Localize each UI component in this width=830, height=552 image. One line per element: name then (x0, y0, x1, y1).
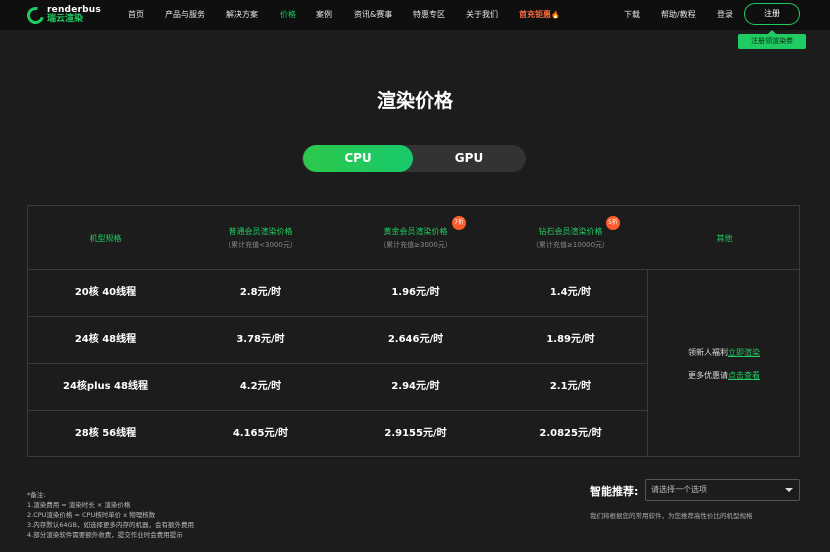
tab-gpu[interactable]: GPU (414, 145, 524, 172)
more-offers: 更多优惠请点击查看 (688, 370, 760, 381)
register-tooltip[interactable]: 注册领渲染券 (738, 30, 806, 49)
smart-recommend-label: 智能推荐: (590, 485, 639, 498)
cell-gold: 1.96元/时 (391, 287, 440, 298)
header-sub: （累计充值<3000元） (224, 241, 297, 249)
nav-item-pricing[interactable]: 价格 (280, 9, 296, 20)
page-title: 渲染价格 (376, 90, 453, 112)
recommend-select[interactable]: 请选择一个选项 (645, 479, 800, 501)
note-line: 3.内存默认64GB，如选择更多内存的机器，会有额外费用 (27, 521, 194, 529)
cell-spec: 24核plus 48线程 (63, 381, 148, 392)
header-label: 黄金会员渲染价格 (383, 227, 448, 236)
cell-normal: 2.8元/时 (239, 287, 282, 298)
newbie-offer-text: 领新人福利 (688, 347, 728, 357)
nav-item-login[interactable]: 登录 (717, 9, 733, 20)
discount-badge: 7折 (452, 216, 466, 230)
other-offers: 领新人福利立即渲染 更多优惠请点击查看 (647, 269, 800, 457)
header-label: 其他 (716, 233, 733, 243)
nav-item-home[interactable]: 首页 (128, 9, 144, 20)
nav-item-cases[interactable]: 案例 (316, 9, 332, 20)
tab-cpu[interactable]: CPU (303, 145, 413, 172)
cell-normal: 4.165元/时 (232, 428, 289, 439)
cell-diamond: 2.1元/时 (549, 381, 592, 392)
nav-item-download[interactable]: 下载 (624, 9, 640, 20)
cell-spec: 20核 40线程 (74, 287, 137, 298)
logo[interactable]: renderbus 瑞云渲染 (23, 3, 101, 27)
recommend-hint: 我们将根据您的常用软件，为您推荐高性价比的机型规格 (590, 512, 753, 520)
cell-normal: 4.2元/时 (239, 381, 282, 392)
cell-normal: 3.78元/时 (236, 334, 285, 345)
view-more-link[interactable]: 点击查看 (728, 371, 760, 380)
more-offers-text: 更多优惠请 (688, 370, 728, 380)
note-line: 2.CPU渲染价格 = CPU核时单价 x 物理核数 (27, 511, 156, 519)
note-line: 1.渲染费用 = 渲染时长 × 渲染价格 (27, 501, 131, 509)
header-other: 其他 (648, 206, 801, 270)
table-row: 24核 48线程 3.78元/时 2.646元/时 1.89元/时 (28, 316, 647, 363)
header-label: 普通会员渲染价格 (228, 227, 293, 236)
nav-item-deals[interactable]: 特惠专区 (413, 9, 445, 20)
note-line: *备注: (27, 491, 46, 499)
header-sub: （累计充值≥3000元） (379, 241, 452, 249)
price-table: 机型规格 普通会员渲染价格 （累计充值<3000元） 黄金会员渲染价格 （累计充… (27, 205, 800, 457)
header-normal: 普通会员渲染价格 （累计充值<3000元） (183, 206, 338, 270)
table-row: 24核plus 48线程 4.2元/时 2.94元/时 2.1元/时 (28, 363, 647, 410)
header-label: 机型规格 (89, 233, 122, 243)
newbie-offer: 领新人福利立即渲染 (688, 347, 760, 358)
nav-item-help[interactable]: 帮助/教程 (661, 9, 696, 20)
flame-icon: 🔥 (551, 11, 560, 19)
cell-diamond: 2.0825元/时 (539, 428, 602, 439)
table-row: 20核 40线程 2.8元/时 1.96元/时 1.4元/时 (28, 269, 647, 316)
recommend-placeholder: 请选择一个选项 (651, 485, 707, 494)
cell-gold: 2.9155元/时 (384, 428, 447, 439)
register-button[interactable]: 注册 (744, 3, 800, 25)
nav-item-solutions[interactable]: 解决方案 (226, 9, 258, 20)
chevron-down-icon (785, 488, 793, 492)
cell-spec: 28核 56线程 (74, 428, 137, 439)
header-label: 钻石会员渲染价格 (538, 227, 603, 236)
top-nav: renderbus 瑞云渲染 首页 产品与服务 解决方案 价格 案例 资讯&赛事… (0, 0, 830, 30)
header-sub: （累计充值≥10000元） (531, 241, 610, 249)
nav-item-about[interactable]: 关于我们 (466, 9, 498, 20)
notes: *备注: 1.渲染费用 = 渲染时长 × 渲染价格 2.CPU渲染价格 = CP… (27, 490, 194, 540)
cell-gold: 2.94元/时 (391, 381, 440, 392)
promo-label: 首充钜惠 (519, 10, 551, 19)
cell-diamond: 1.89元/时 (546, 334, 595, 345)
note-line: 4.部分渲染软件需要额外收费，提交作业时会费用提示 (27, 531, 183, 539)
cell-gold: 2.646元/时 (387, 334, 444, 345)
cpu-gpu-toggle: CPU GPU (302, 145, 526, 172)
logo-icon (23, 3, 48, 27)
header-gold: 黄金会员渲染价格 （累计充值≥3000元） (338, 206, 493, 270)
header-spec: 机型规格 (28, 206, 183, 270)
nav-item-news[interactable]: 资讯&赛事 (354, 9, 392, 20)
header-diamond: 钻石会员渲染价格 （累计充值≥10000元） (493, 206, 648, 270)
cell-diamond: 1.4元/时 (549, 287, 592, 298)
logo-text-cn: 瑞云渲染 (47, 14, 84, 24)
nav-item-products[interactable]: 产品与服务 (165, 9, 205, 20)
nav-item-promo[interactable]: 首充钜惠🔥 (519, 9, 560, 20)
cell-spec: 24核 48线程 (74, 334, 137, 345)
table-row: 28核 56线程 4.165元/时 2.9155元/时 2.0825元/时 (28, 410, 647, 457)
render-now-link[interactable]: 立即渲染 (728, 348, 760, 357)
discount-badge: 5折 (606, 216, 620, 230)
